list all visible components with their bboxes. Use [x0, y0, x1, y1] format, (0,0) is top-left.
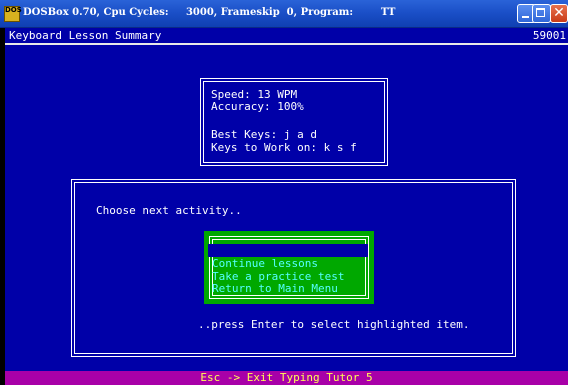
accuracy-stat: Accuracy: 100%	[211, 100, 304, 113]
activity-prompt: Choose next activity..	[96, 204, 242, 217]
window-title: DOSBox 0.70, Cpu Cycles: 3000, Frameskip…	[23, 7, 396, 18]
enter-hint: ..press Enter to select highlighted item…	[198, 318, 470, 331]
maximize-icon	[536, 8, 545, 17]
keys-to-work-on-stat: Keys to Work on: k s f	[211, 141, 357, 154]
header-divider	[5, 43, 568, 45]
next-activity-panel: Choose next activity.. Continue lessons …	[71, 179, 516, 357]
lesson-stats-box: Speed: 13 WPM Accuracy: 100% Best Keys: …	[200, 78, 388, 166]
window-title-bar[interactable]: DOS DOSBox 0.70, Cpu Cycles: 3000, Frame…	[0, 0, 568, 28]
maximize-button[interactable]	[532, 4, 551, 23]
status-footer: Esc -> Exit Typing Tutor 5	[5, 371, 568, 385]
close-button[interactable]: ✕	[550, 4, 568, 23]
dosbox-app-icon[interactable]: DOS	[4, 6, 22, 22]
minimize-icon	[522, 16, 529, 18]
close-icon: ✕	[553, 5, 565, 21]
menu-item-main-menu[interactable]: Return to Main Menu	[208, 269, 368, 295]
screen-number: 59001	[532, 29, 566, 42]
menu-item-label: Return to Main Menu	[212, 282, 338, 295]
activity-menu: Continue lessons Take a practice test Re…	[204, 231, 374, 304]
dos-screen: Keyboard Lesson Summary 59001 Speed: 13 …	[5, 28, 568, 385]
menu-item-continue-lessons[interactable]: Continue lessons	[208, 244, 368, 270]
screen-header: Keyboard Lesson Summary 59001	[5, 28, 568, 43]
screen-title: Keyboard Lesson Summary	[9, 29, 162, 42]
best-keys-stat: Best Keys: j a d	[211, 128, 317, 141]
